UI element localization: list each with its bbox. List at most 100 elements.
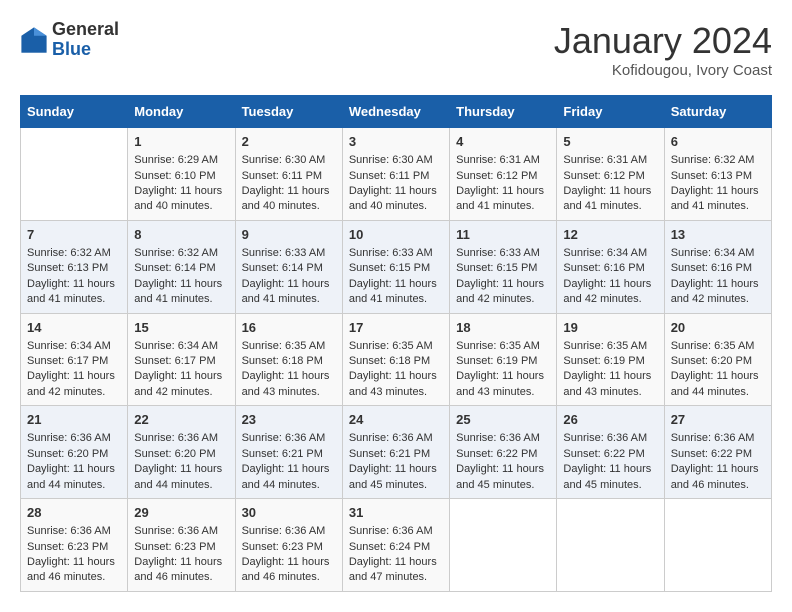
day-info-line: Sunset: 6:11 PM: [242, 169, 336, 184]
day-info-line: Daylight: 11 hours: [134, 277, 228, 292]
day-info-line: Daylight: 11 hours: [671, 369, 765, 384]
day-info-line: Daylight: 11 hours: [671, 277, 765, 292]
day-info-line: and 41 minutes.: [134, 292, 228, 307]
day-info-line: Daylight: 11 hours: [671, 184, 765, 199]
calendar-cell: 24Sunrise: 6:36 AMSunset: 6:21 PMDayligh…: [342, 406, 449, 499]
day-info-line: Sunset: 6:24 PM: [349, 540, 443, 555]
day-info-line: and 47 minutes.: [349, 570, 443, 585]
calendar-cell: 7Sunrise: 6:32 AMSunset: 6:13 PMDaylight…: [21, 220, 128, 313]
calendar-cell: 3Sunrise: 6:30 AMSunset: 6:11 PMDaylight…: [342, 128, 449, 221]
day-info-line: Sunrise: 6:30 AM: [349, 153, 443, 168]
calendar-cell: 9Sunrise: 6:33 AMSunset: 6:14 PMDaylight…: [235, 220, 342, 313]
day-info-line: Sunrise: 6:32 AM: [134, 246, 228, 261]
day-number: 16: [242, 319, 336, 337]
day-info-line: Daylight: 11 hours: [242, 277, 336, 292]
day-info-line: and 46 minutes.: [242, 570, 336, 585]
day-info-line: Sunset: 6:23 PM: [27, 540, 121, 555]
day-info-line: Sunset: 6:22 PM: [671, 447, 765, 462]
day-info-line: Daylight: 11 hours: [349, 555, 443, 570]
day-info-line: and 43 minutes.: [349, 385, 443, 400]
day-info-line: Sunset: 6:23 PM: [242, 540, 336, 555]
calendar-cell: 20Sunrise: 6:35 AMSunset: 6:20 PMDayligh…: [664, 313, 771, 406]
day-number: 6: [671, 133, 765, 151]
day-info-line: and 41 minutes.: [349, 292, 443, 307]
calendar-cell: [557, 499, 664, 592]
day-info-line: Sunset: 6:17 PM: [134, 354, 228, 369]
day-info-line: Sunrise: 6:36 AM: [27, 524, 121, 539]
day-info-line: Sunrise: 6:36 AM: [242, 524, 336, 539]
day-info-line: Sunset: 6:22 PM: [456, 447, 550, 462]
day-info-line: Sunset: 6:21 PM: [242, 447, 336, 462]
day-number: 23: [242, 411, 336, 429]
calendar-week-row: 14Sunrise: 6:34 AMSunset: 6:17 PMDayligh…: [21, 313, 772, 406]
logo-general-text: General: [52, 20, 119, 40]
day-number: 25: [456, 411, 550, 429]
day-info-line: and 43 minutes.: [242, 385, 336, 400]
day-number: 18: [456, 319, 550, 337]
day-info-line: Daylight: 11 hours: [134, 555, 228, 570]
day-number: 19: [563, 319, 657, 337]
day-info-line: Sunset: 6:18 PM: [242, 354, 336, 369]
day-info-line: Daylight: 11 hours: [242, 369, 336, 384]
day-info-line: Daylight: 11 hours: [563, 369, 657, 384]
calendar-cell: 6Sunrise: 6:32 AMSunset: 6:13 PMDaylight…: [664, 128, 771, 221]
day-info-line: and 41 minutes.: [27, 292, 121, 307]
day-info-line: and 45 minutes.: [563, 478, 657, 493]
calendar-table: SundayMondayTuesdayWednesdayThursdayFrid…: [20, 95, 772, 592]
day-info-line: Daylight: 11 hours: [349, 369, 443, 384]
calendar-week-row: 7Sunrise: 6:32 AMSunset: 6:13 PMDaylight…: [21, 220, 772, 313]
day-info-line: Sunset: 6:13 PM: [671, 169, 765, 184]
day-number: 7: [27, 226, 121, 244]
day-info-line: Sunrise: 6:35 AM: [563, 339, 657, 354]
calendar-cell: [450, 499, 557, 592]
day-info-line: and 43 minutes.: [563, 385, 657, 400]
day-info-line: and 44 minutes.: [242, 478, 336, 493]
day-number: 14: [27, 319, 121, 337]
weekday-header-sunday: Sunday: [21, 96, 128, 128]
calendar-week-row: 21Sunrise: 6:36 AMSunset: 6:20 PMDayligh…: [21, 406, 772, 499]
calendar-cell: 17Sunrise: 6:35 AMSunset: 6:18 PMDayligh…: [342, 313, 449, 406]
day-info-line: Sunset: 6:20 PM: [671, 354, 765, 369]
day-number: 29: [134, 504, 228, 522]
calendar-cell: 13Sunrise: 6:34 AMSunset: 6:16 PMDayligh…: [664, 220, 771, 313]
day-info-line: Sunset: 6:21 PM: [349, 447, 443, 462]
calendar-cell: 21Sunrise: 6:36 AMSunset: 6:20 PMDayligh…: [21, 406, 128, 499]
day-info-line: Sunset: 6:14 PM: [134, 261, 228, 276]
day-number: 26: [563, 411, 657, 429]
day-info-line: and 46 minutes.: [671, 478, 765, 493]
day-info-line: and 46 minutes.: [134, 570, 228, 585]
day-info-line: and 40 minutes.: [349, 199, 443, 214]
day-info-line: Daylight: 11 hours: [456, 462, 550, 477]
calendar-cell: 30Sunrise: 6:36 AMSunset: 6:23 PMDayligh…: [235, 499, 342, 592]
calendar-cell: 8Sunrise: 6:32 AMSunset: 6:14 PMDaylight…: [128, 220, 235, 313]
day-number: 24: [349, 411, 443, 429]
day-info-line: Sunset: 6:20 PM: [27, 447, 121, 462]
day-info-line: Sunrise: 6:35 AM: [671, 339, 765, 354]
day-info-line: Sunrise: 6:36 AM: [671, 431, 765, 446]
day-info-line: Sunset: 6:19 PM: [456, 354, 550, 369]
day-info-line: Sunset: 6:12 PM: [563, 169, 657, 184]
day-number: 9: [242, 226, 336, 244]
day-info-line: Sunrise: 6:35 AM: [456, 339, 550, 354]
day-info-line: and 42 minutes.: [671, 292, 765, 307]
calendar-cell: 11Sunrise: 6:33 AMSunset: 6:15 PMDayligh…: [450, 220, 557, 313]
day-info-line: Sunrise: 6:29 AM: [134, 153, 228, 168]
day-info-line: Sunrise: 6:36 AM: [134, 431, 228, 446]
day-info-line: Sunrise: 6:30 AM: [242, 153, 336, 168]
day-number: 15: [134, 319, 228, 337]
day-info-line: Daylight: 11 hours: [27, 555, 121, 570]
day-info-line: and 42 minutes.: [134, 385, 228, 400]
day-info-line: Daylight: 11 hours: [456, 184, 550, 199]
day-info-line: and 44 minutes.: [27, 478, 121, 493]
day-info-line: Sunrise: 6:34 AM: [671, 246, 765, 261]
calendar-cell: 28Sunrise: 6:36 AMSunset: 6:23 PMDayligh…: [21, 499, 128, 592]
day-info-line: Sunrise: 6:34 AM: [563, 246, 657, 261]
day-info-line: and 46 minutes.: [27, 570, 121, 585]
day-number: 2: [242, 133, 336, 151]
day-info-line: and 41 minutes.: [671, 199, 765, 214]
calendar-week-row: 1Sunrise: 6:29 AMSunset: 6:10 PMDaylight…: [21, 128, 772, 221]
calendar-cell: 5Sunrise: 6:31 AMSunset: 6:12 PMDaylight…: [557, 128, 664, 221]
day-info-line: Sunset: 6:16 PM: [671, 261, 765, 276]
day-info-line: Daylight: 11 hours: [27, 369, 121, 384]
day-info-line: Daylight: 11 hours: [456, 369, 550, 384]
